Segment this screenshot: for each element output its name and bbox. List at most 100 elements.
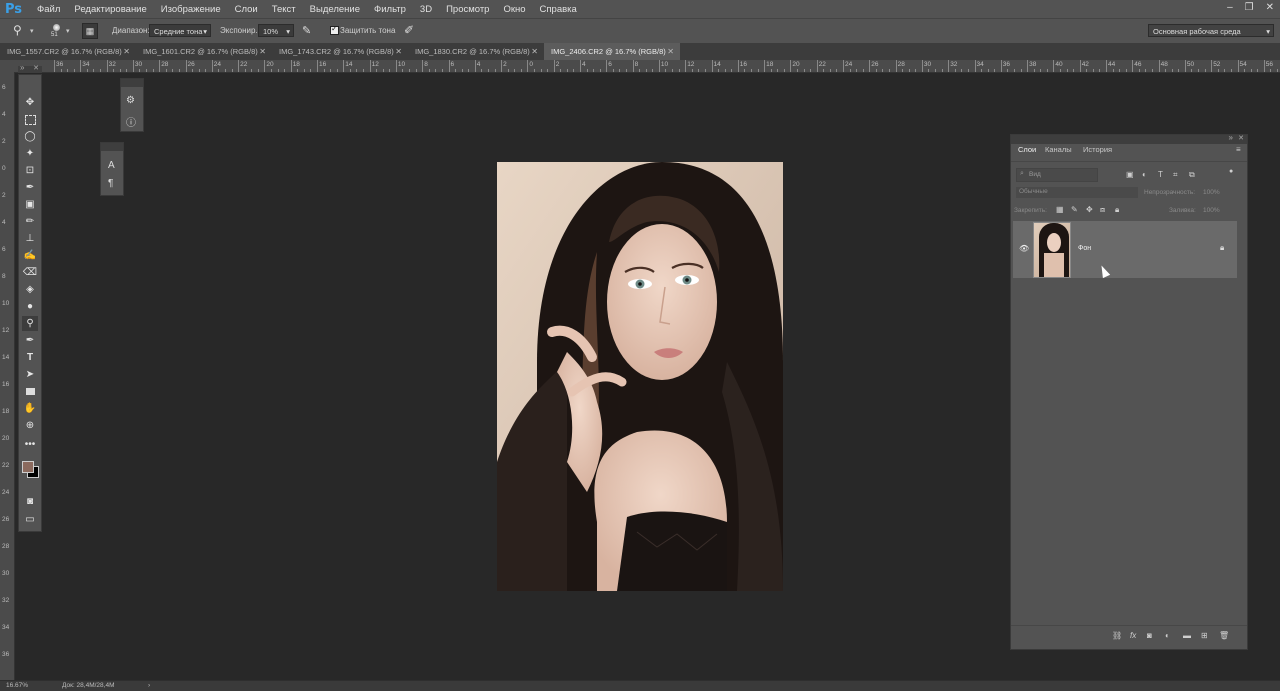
- panel-menu-icon[interactable]: ≡: [1236, 145, 1241, 154]
- burn-tool-icon[interactable]: ⚲: [13, 23, 22, 37]
- menu-edit[interactable]: Редактирование: [67, 4, 153, 15]
- character-icon[interactable]: A: [108, 160, 115, 171]
- eye-icon[interactable]: 👁︎: [1019, 244, 1029, 253]
- lock-pixels-icon[interactable]: ✎: [1071, 205, 1078, 214]
- document-canvas[interactable]: [497, 162, 783, 591]
- ruler-origin[interactable]: [0, 60, 14, 72]
- close-icon[interactable]: ✕: [395, 43, 402, 60]
- type-tool-icon[interactable]: T: [22, 350, 38, 365]
- more-tools-icon[interactable]: •••: [22, 437, 38, 452]
- burn-tool-icon[interactable]: ⚲: [22, 316, 38, 331]
- panel-header[interactable]: [101, 143, 123, 151]
- airbrush-icon[interactable]: ✎: [302, 24, 311, 37]
- close-icon[interactable]: ✕: [259, 43, 266, 60]
- collapse-icon[interactable]: »: [20, 63, 24, 72]
- workspace-select[interactable]: Основная рабочая среда ▾: [1148, 24, 1274, 37]
- close-icon[interactable]: ✕: [531, 43, 538, 60]
- link-layers-icon[interactable]: ⛓: [1112, 631, 1122, 640]
- menu-file[interactable]: Файл: [30, 4, 67, 15]
- tab-history[interactable]: История: [1083, 145, 1112, 154]
- menu-help[interactable]: Справка: [533, 4, 584, 15]
- pixel-filter-icon[interactable]: ▣: [1126, 170, 1134, 179]
- foreground-color-swatch[interactable]: [22, 461, 34, 473]
- opacity-value[interactable]: 100%: [1203, 189, 1220, 196]
- adjustment-filter-icon[interactable]: ◐: [1142, 170, 1147, 179]
- eraser-tool-icon[interactable]: ⌫: [22, 265, 38, 280]
- panel-header[interactable]: [121, 79, 143, 87]
- paint-bucket-icon[interactable]: ◈: [22, 282, 38, 297]
- tab-img-1830[interactable]: IMG_1830.CR2 @ 16.7% (RGB/8) ✕: [408, 43, 544, 60]
- tab-img-1557[interactable]: IMG_1557.CR2 @ 16.7% (RGB/8) ✕: [0, 43, 136, 60]
- menu-view[interactable]: Просмотр: [439, 4, 496, 15]
- fx-icon[interactable]: fx: [1130, 631, 1136, 640]
- smart-object-filter-icon[interactable]: ⧉: [1189, 170, 1195, 180]
- tab-channels[interactable]: Каналы: [1045, 145, 1072, 154]
- fill-value[interactable]: 100%: [1203, 207, 1220, 214]
- path-select-icon[interactable]: ➤: [22, 367, 38, 382]
- layer-filter-select[interactable]: ⌕ Вид: [1016, 168, 1098, 182]
- move-tool-icon[interactable]: ✥: [22, 95, 38, 110]
- status-menu-icon[interactable]: ›: [148, 682, 150, 689]
- new-group-icon[interactable]: ▬: [1183, 631, 1191, 640]
- screen-mode-icon[interactable]: ▭: [22, 512, 38, 527]
- filter-toggle-icon[interactable]: ●: [1229, 168, 1233, 175]
- menu-select[interactable]: Выделение: [303, 4, 367, 15]
- menu-filter[interactable]: Фильтр: [367, 4, 413, 15]
- protect-tones-checkbox[interactable]: ✓: [330, 24, 339, 35]
- menu-text[interactable]: Текст: [265, 4, 303, 15]
- stamp-tool-icon[interactable]: ⊥: [22, 231, 38, 246]
- maximize-icon[interactable]: ❐: [1245, 2, 1254, 13]
- crop-tool-icon[interactable]: ⊡: [22, 163, 38, 178]
- paragraph-icon[interactable]: ¶: [108, 178, 113, 189]
- add-mask-icon[interactable]: ◙: [1147, 631, 1152, 640]
- brush-panel-toggle-icon[interactable]: ▦: [82, 23, 98, 39]
- close-icon[interactable]: ✕: [1238, 134, 1244, 142]
- rectangle-tool-icon[interactable]: [22, 384, 38, 399]
- menu-layers[interactable]: Слои: [228, 4, 265, 15]
- pressure-icon[interactable]: ✐: [404, 23, 414, 37]
- lock-transparency-icon[interactable]: ▦: [1056, 205, 1064, 214]
- lasso-tool-icon[interactable]: ◯: [22, 129, 38, 144]
- range-select[interactable]: Средние тона ▾: [149, 24, 211, 37]
- type-filter-icon[interactable]: T: [1158, 170, 1163, 179]
- marquee-tool-icon[interactable]: [22, 112, 38, 127]
- delete-layer-icon[interactable]: 🗑︎: [1219, 631, 1229, 640]
- minimize-icon[interactable]: –: [1227, 2, 1233, 13]
- panel-header[interactable]: » ✕: [1011, 133, 1247, 144]
- zoom-level[interactable]: 16.67%: [6, 682, 28, 689]
- menu-window[interactable]: Окно: [496, 4, 532, 15]
- lock-all-icon[interactable]: 🔒︎: [1115, 205, 1119, 215]
- blur-tool-icon[interactable]: ●: [22, 299, 38, 314]
- menu-3d[interactable]: 3D: [413, 4, 439, 15]
- horizontal-ruler[interactable]: 36 34 32 30 28 26 24 22 20 18 16 14 12 10 8 6 4 2 0 2 4 6 8 10 1…: [14, 60, 1280, 73]
- hand-tool-icon[interactable]: ✋: [22, 401, 38, 416]
- brush-tool-icon[interactable]: ✏: [22, 214, 38, 229]
- tab-layers[interactable]: Слои: [1018, 145, 1036, 154]
- shape-filter-icon[interactable]: ⌗: [1173, 170, 1178, 180]
- lock-position-icon[interactable]: ✥: [1086, 205, 1093, 214]
- new-layer-icon[interactable]: ⊞: [1201, 631, 1208, 640]
- exposure-input[interactable]: 10% ▾: [258, 24, 294, 37]
- eyedropper-icon[interactable]: ✒: [22, 180, 38, 195]
- blend-mode-select[interactable]: Обычные: [1016, 187, 1138, 198]
- lock-artboard-icon[interactable]: ⧈: [1100, 205, 1105, 215]
- tab-img-1601[interactable]: IMG_1601.CR2 @ 16.7% (RGB/8) ✕: [136, 43, 272, 60]
- close-icon[interactable]: ✕: [1266, 2, 1274, 13]
- adjustments-icon[interactable]: ⚙: [126, 95, 135, 106]
- history-brush-icon[interactable]: ✍: [22, 248, 38, 263]
- zoom-tool-icon[interactable]: ⊕: [22, 418, 38, 433]
- magic-wand-icon[interactable]: ✦: [22, 146, 38, 161]
- close-icon[interactable]: ✕: [123, 43, 130, 60]
- toolbox-header[interactable]: » ✕: [18, 63, 42, 73]
- close-icon[interactable]: ✕: [667, 43, 674, 60]
- chevron-down-icon[interactable]: ▾: [66, 27, 70, 35]
- quick-mask-icon[interactable]: ◙: [22, 494, 38, 509]
- frame-tool-icon[interactable]: ▣: [22, 197, 38, 212]
- layer-row-background[interactable]: 👁︎ Фон 🔒︎: [1013, 221, 1237, 278]
- collapse-icon[interactable]: »: [1229, 133, 1233, 142]
- info-icon[interactable]: ⓘ: [126, 114, 136, 129]
- menu-image[interactable]: Изображение: [154, 4, 228, 15]
- adjustment-layer-icon[interactable]: ◐: [1165, 631, 1170, 640]
- tab-img-1743[interactable]: IMG_1743.CR2 @ 16.7% (RGB/8) ✕: [272, 43, 408, 60]
- chevron-down-icon[interactable]: ▾: [30, 27, 34, 35]
